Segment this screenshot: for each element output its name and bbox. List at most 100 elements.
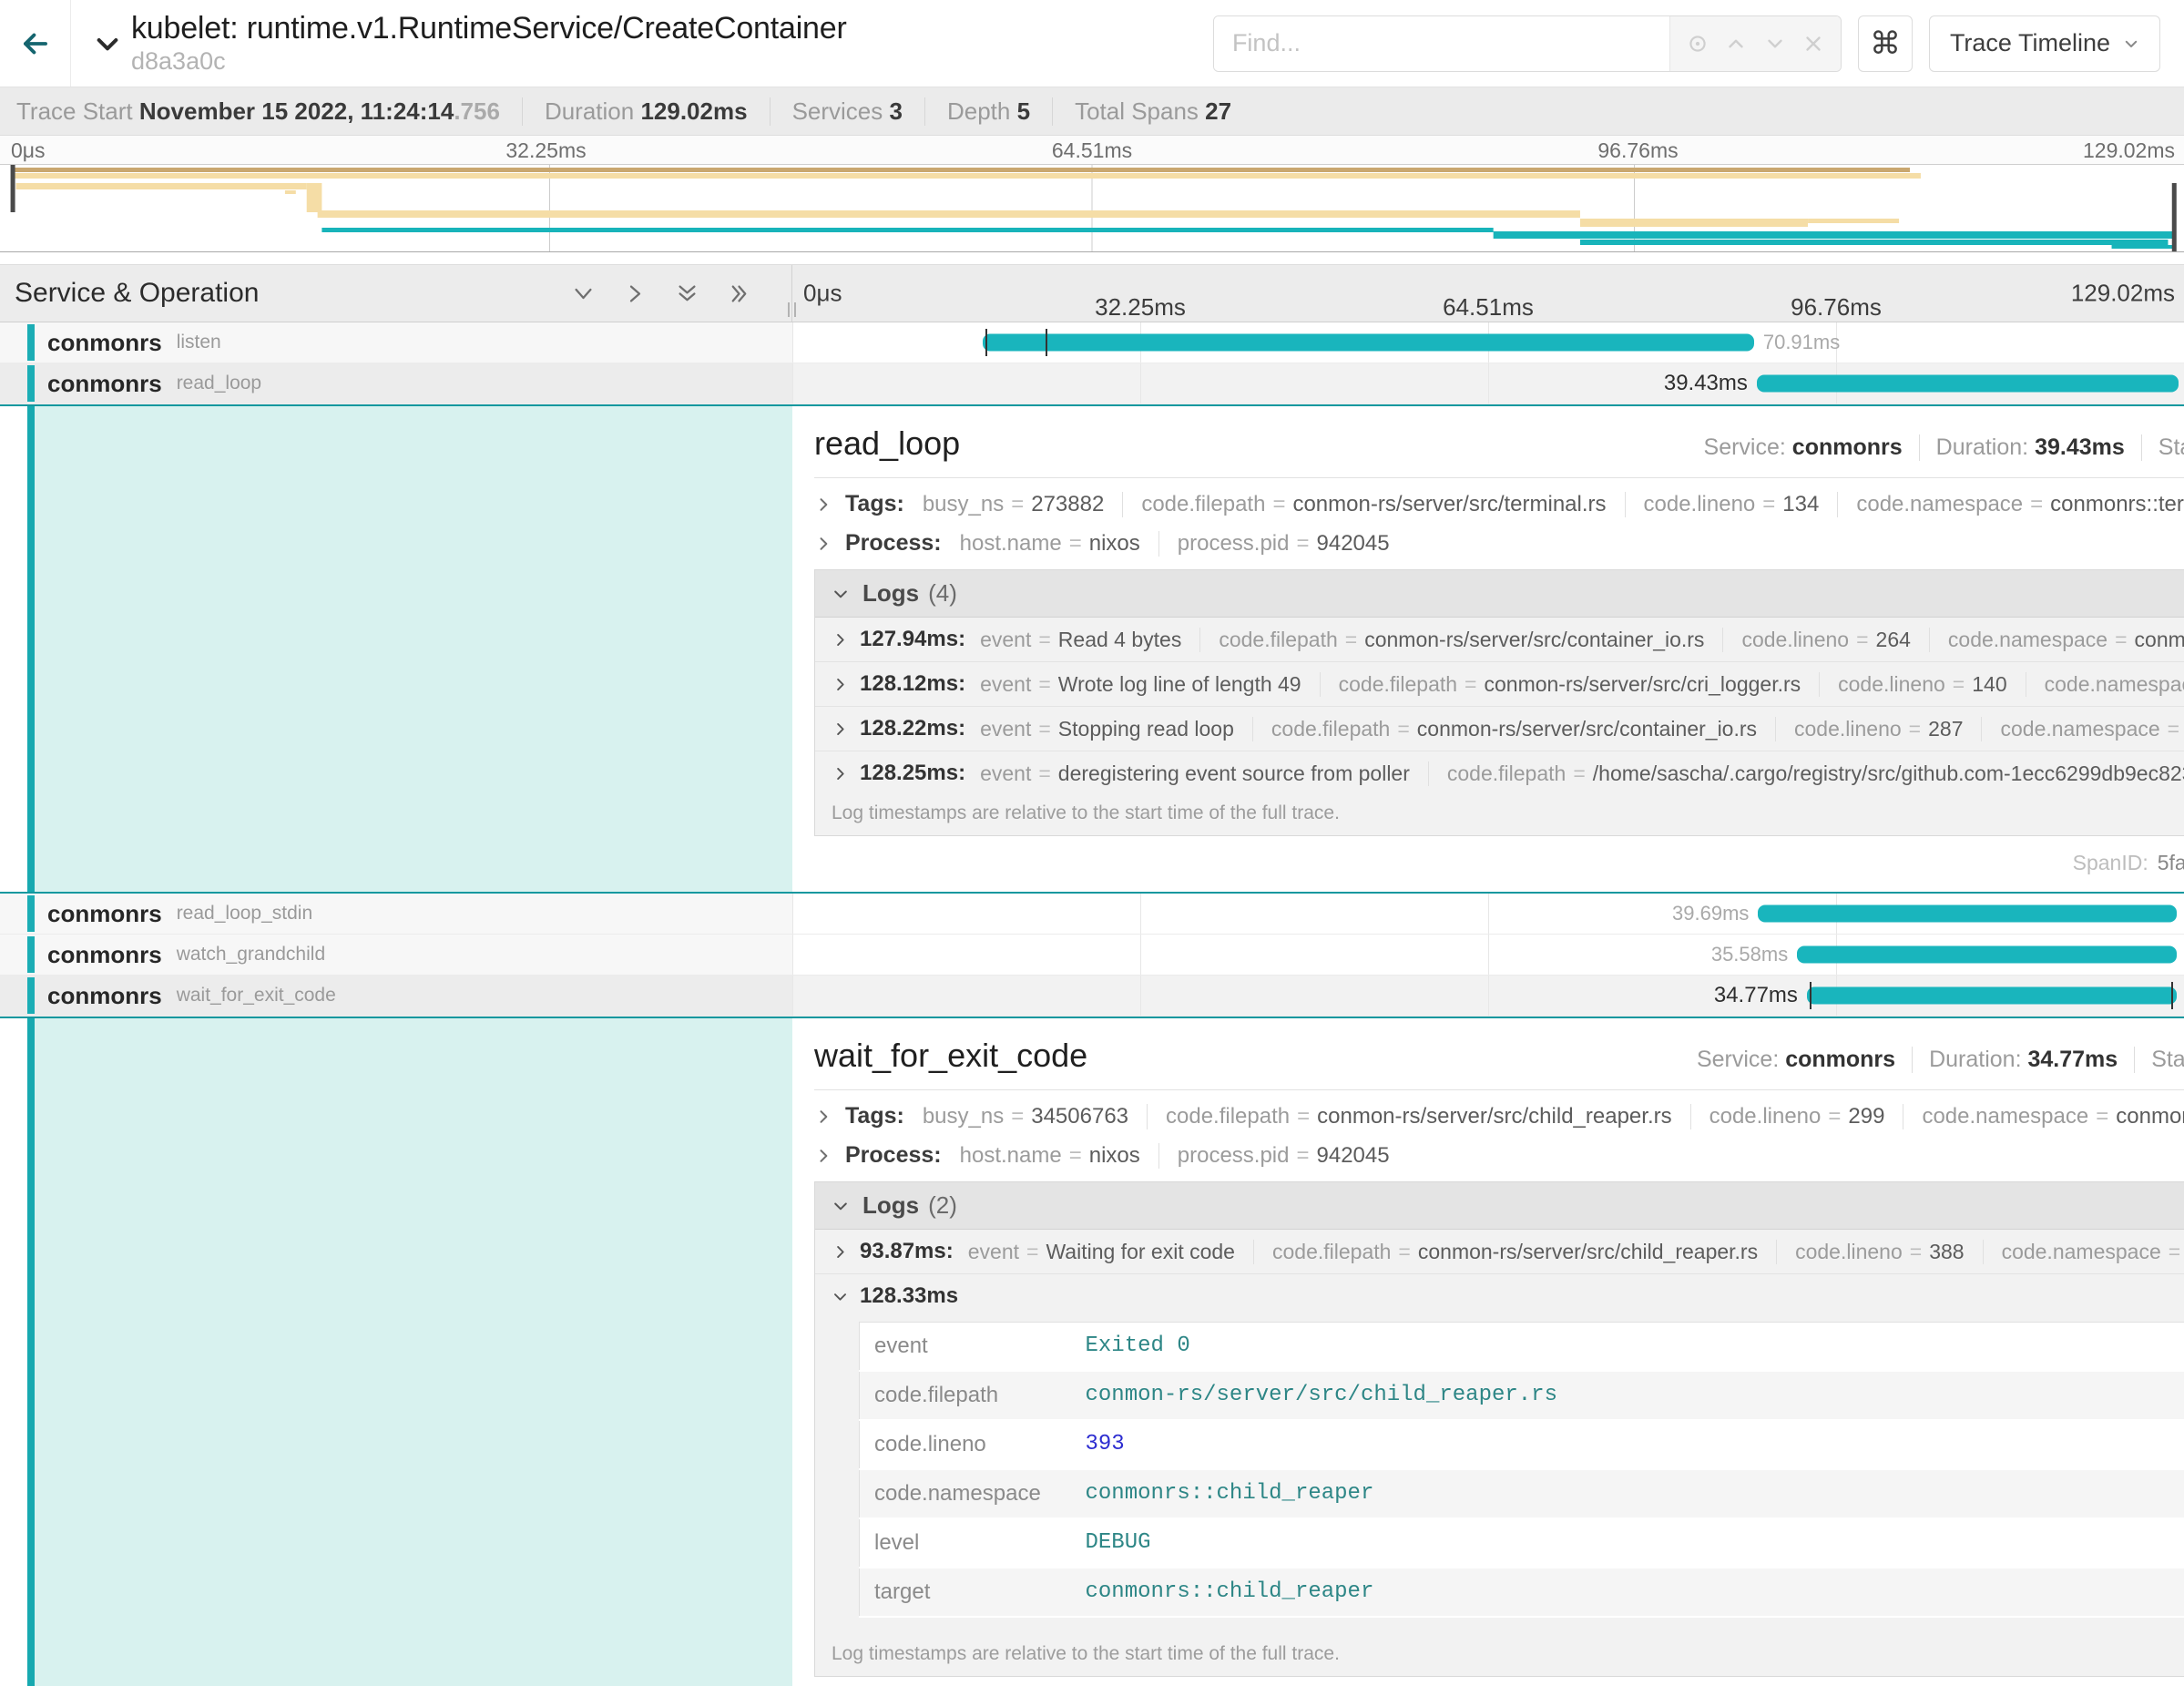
log-timestamp: 128.22ms: xyxy=(860,716,965,741)
span-duration-label: 39.69ms xyxy=(1672,902,1749,925)
span-name-cell[interactable]: conmonrs read_loop_stdin xyxy=(0,894,792,934)
span-color-accent xyxy=(27,365,35,402)
tags-accordion[interactable]: Tags: busy_ns=34506763code.filepath=conm… xyxy=(814,1103,2184,1129)
span-id-row: SpanID: 5faf48165428c37a xyxy=(814,836,2184,879)
find-controls xyxy=(1669,16,1841,71)
span-name-cell[interactable]: conmonrs listen xyxy=(0,322,792,363)
span-timeline-cell[interactable]: 70.91ms xyxy=(792,322,2184,363)
span-operation-name: watch_grandchild xyxy=(177,944,325,966)
chevron-right-icon xyxy=(814,1147,832,1165)
span-color-accent xyxy=(27,977,35,1014)
span-timeline-cell[interactable]: 34.77ms xyxy=(792,976,2184,1016)
minimap-span-segment xyxy=(307,183,322,212)
logs-accordion-header[interactable]: Logs (4) xyxy=(815,570,2184,618)
detail-service: Service: conmonrs xyxy=(1688,434,1920,461)
timeline-tick-label: 32.25ms xyxy=(505,138,586,163)
find-prev-icon[interactable] xyxy=(1724,32,1748,56)
kv-field: code.filepath=conmon-rs/server/src/child… xyxy=(1148,1104,1691,1129)
find-next-icon[interactable] xyxy=(1763,32,1787,56)
logs-list: 127.94ms:event=Read 4 bytescode.filepath… xyxy=(815,618,2184,795)
detail-duration: Duration: 34.77ms xyxy=(1913,1047,2135,1073)
span-bar[interactable] xyxy=(1797,946,2177,964)
find-clear-icon[interactable] xyxy=(1801,32,1825,56)
detail-service: Service: conmonrs xyxy=(1680,1047,1913,1073)
expand-one-icon[interactable] xyxy=(623,281,648,306)
trace-actions-chevron[interactable] xyxy=(93,29,122,58)
span-operation-name: wait_for_exit_code xyxy=(177,985,336,1006)
timeline-tick-label: 0μs xyxy=(11,138,46,163)
timeline-header-ticks: 0μs32.25ms64.51ms96.76ms129.02ms xyxy=(792,265,2184,322)
kv-field: event=deregistering event source from po… xyxy=(980,761,1429,786)
collapse-one-icon[interactable] xyxy=(571,281,596,306)
span-detail-row-read_loop: read_loop Service: conmonrs Duration: 39… xyxy=(0,404,2184,894)
chevron-right-icon xyxy=(832,631,849,649)
span-row-watch_grandchild[interactable]: conmonrs watch_grandchild 35.58ms xyxy=(0,935,2184,976)
kv-field: code.filepath=conmon-rs/server/src/termi… xyxy=(1123,492,1625,517)
find-input[interactable] xyxy=(1214,16,1669,71)
span-name-cell[interactable]: conmonrs read_loop xyxy=(0,363,792,404)
log-entry-header[interactable]: 128.33ms xyxy=(832,1283,2184,1309)
span-rows-container: conmonrs listen 70.91ms conmonrs read_lo… xyxy=(0,322,2184,1686)
log-kv-table: eventExited 0code.filepathconmon-rs/serv… xyxy=(859,1322,2184,1618)
timeline-gridline xyxy=(1488,935,1489,975)
kv-field: code.lineno=134 xyxy=(1626,492,1839,517)
minimap-canvas[interactable] xyxy=(0,165,2184,251)
kv-field: code.filepath=/home/sascha/.cargo/regist… xyxy=(1429,761,2184,786)
span-name-cell[interactable]: conmonrs watch_grandchild xyxy=(0,935,792,975)
kv-field: code.lineno=299 xyxy=(1691,1104,1904,1129)
span-row-listen[interactable]: conmonrs listen 70.91ms xyxy=(0,322,2184,363)
timeline-tick-label: 129.02ms xyxy=(2083,138,2175,163)
minimap-spacer xyxy=(0,252,2184,264)
process-accordion[interactable]: Process: host.name=nixosprocess.pid=9420… xyxy=(814,530,2184,557)
span-timeline-cell[interactable]: 39.43ms xyxy=(792,363,2184,404)
tags-accordion[interactable]: Tags: busy_ns=273882code.filepath=conmon… xyxy=(814,491,2184,517)
span-timeline-cell[interactable]: 39.69ms xyxy=(792,894,2184,934)
log-entry[interactable]: 93.87ms:event=Waiting for exit codecode.… xyxy=(815,1230,2184,1273)
detail-span-title: wait_for_exit_code xyxy=(814,1037,1087,1075)
log-kv-key: level xyxy=(860,1518,1071,1568)
kv-field: code.lineno=140 xyxy=(1820,672,2026,697)
span-bar[interactable] xyxy=(983,334,1754,352)
log-kv-row: code.filepathconmon-rs/server/src/child_… xyxy=(860,1371,2184,1420)
span-color-accent xyxy=(27,324,35,361)
span-service-name: conmonrs xyxy=(47,900,162,928)
span-name-cell[interactable]: conmonrs wait_for_exit_code xyxy=(0,976,792,1016)
page-title: kubelet: runtime.v1.RuntimeService/Creat… xyxy=(131,11,847,46)
process-accordion[interactable]: Process: host.name=nixosprocess.pid=9420… xyxy=(814,1142,2184,1169)
timeline-gridline xyxy=(1488,976,1489,1016)
log-kv-row: targetconmonrs::child_reaper xyxy=(860,1568,2184,1617)
timeline-gridline xyxy=(1140,935,1141,975)
view-selector-button[interactable]: Trace Timeline xyxy=(1929,15,2160,72)
expand-all-icon[interactable] xyxy=(727,281,751,306)
log-entry[interactable]: 128.25ms:event=deregistering event sourc… xyxy=(815,751,2184,795)
logs-accordion-header[interactable]: Logs (2) xyxy=(815,1182,2184,1230)
collapse-all-icon[interactable] xyxy=(675,281,699,306)
log-entry[interactable]: 128.22ms:event=Stopping read loopcode.fi… xyxy=(815,706,2184,751)
log-entry[interactable]: 127.94ms:event=Read 4 bytescode.filepath… xyxy=(815,618,2184,661)
locate-icon[interactable] xyxy=(1686,32,1709,56)
span-bar[interactable] xyxy=(1758,905,2177,923)
log-entry-expanded: 128.33ms eventExited 0code.filepathconmon… xyxy=(815,1273,2184,1636)
service-operation-header: Service & Operation xyxy=(15,278,259,309)
timeline-tick-label: 32.25ms xyxy=(1095,293,1186,322)
span-row-read_loop_stdin[interactable]: conmonrs read_loop_stdin 39.69ms xyxy=(0,894,2184,935)
span-service-name: conmonrs xyxy=(47,941,162,969)
chevron-down-icon xyxy=(832,1288,849,1305)
span-timeline-cell[interactable]: 35.58ms xyxy=(792,935,2184,975)
kv-field: code.filepath=conmon-rs/server/src/cri_l… xyxy=(1321,672,1821,697)
keyboard-shortcuts-button[interactable]: ⌘ xyxy=(1858,15,1913,72)
back-button[interactable] xyxy=(0,0,71,87)
log-kv-key: code.namespace xyxy=(860,1469,1071,1518)
chevron-right-icon xyxy=(832,720,849,738)
log-kv-key: event xyxy=(860,1323,1071,1372)
minimap-scrub-handle[interactable] xyxy=(2172,183,2177,251)
span-bar[interactable] xyxy=(1757,375,2179,393)
kv-field: event=Wrote log line of length 49 xyxy=(980,672,1321,697)
span-detail-panel: wait_for_exit_code Service: conmonrs Dur… xyxy=(792,1018,2184,1686)
log-entry[interactable]: 128.12ms:event=Wrote log line of length … xyxy=(815,661,2184,706)
span-row-wait_for_exit_code[interactable]: conmonrs wait_for_exit_code 34.77ms xyxy=(0,976,2184,1017)
log-kv-key: code.lineno xyxy=(860,1420,1071,1469)
minimap-scrub-handle[interactable] xyxy=(11,165,15,212)
span-row-read_loop[interactable]: conmonrs read_loop 39.43ms xyxy=(0,363,2184,404)
span-bar[interactable] xyxy=(1807,987,2177,1005)
